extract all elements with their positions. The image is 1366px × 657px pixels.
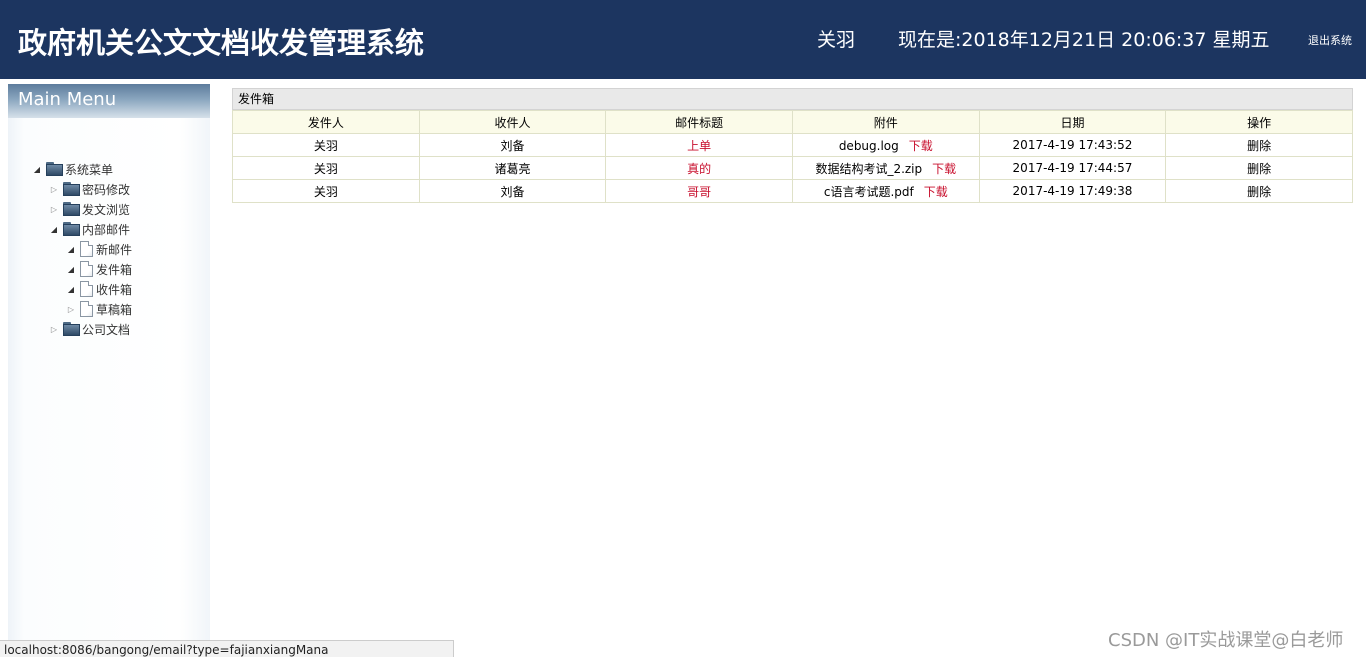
collapsed-arrow-icon[interactable]: ▷ — [49, 205, 59, 214]
app-header: 政府机关公文文档收发管理系统 关羽 现在是:2018年12月21日 20:06:… — [0, 0, 1366, 79]
watermark-text: CSDN @IT实战课堂@白老师 — [1108, 630, 1344, 651]
subject-link[interactable]: 真的 — [605, 156, 793, 180]
app-title: 政府机关公文文档收发管理系统 — [18, 26, 425, 60]
document-icon — [80, 301, 93, 317]
download-link[interactable]: 下载 — [924, 185, 948, 199]
tree-item-inbox[interactable]: ◢ 收件箱 — [66, 280, 132, 298]
tree-item-password[interactable]: ▷ 密码修改 — [49, 180, 130, 198]
folder-icon — [63, 182, 80, 196]
tree-item-drafts[interactable]: ▷ 草稿箱 — [66, 300, 132, 318]
attachment-name: debug.log — [838, 138, 899, 153]
column-header: 收件人 — [418, 110, 607, 134]
tree-item-document-browse[interactable]: ▷ 发文浏览 — [49, 200, 130, 218]
recipient-cell: 刘备 — [418, 179, 607, 203]
sender-cell: 关羽 — [232, 179, 420, 203]
expanded-arrow-icon[interactable]: ◢ — [49, 225, 59, 234]
folder-icon — [63, 322, 80, 336]
download-link[interactable]: 下载 — [932, 162, 956, 176]
document-icon — [80, 281, 93, 297]
column-header: 附件 — [791, 110, 980, 134]
recipient-cell: 刘备 — [418, 133, 607, 157]
table-row: 关羽 诸葛亮 真的 数据结构考试_2.zip 下载 2017-4-19 17:44… — [232, 156, 1353, 180]
table-row: 关羽 刘备 上单 debug.log 下载 2017-4-19 17:43:52 … — [232, 133, 1353, 157]
attachment-name: 数据结构考试_2.zip — [815, 161, 923, 176]
date-cell: 2017-4-19 17:44:57 — [978, 156, 1167, 180]
expanded-arrow-icon: ◢ — [67, 264, 75, 274]
tree-item-label: 内部邮件 — [82, 222, 131, 237]
current-user: 关羽 — [817, 29, 856, 51]
attachment-cell: 数据结构考试_2.zip 下载 — [791, 156, 980, 180]
document-icon — [80, 241, 93, 257]
folder-icon — [63, 222, 80, 236]
tree-item-system-menu[interactable]: ◢ 系统菜单 — [32, 160, 113, 178]
tree-item-label: 公司文档 — [82, 322, 131, 337]
column-header: 邮件标题 — [605, 110, 793, 134]
tree-item-internal-mail[interactable]: ◢ 内部邮件 — [49, 220, 130, 238]
subject-link[interactable]: 上单 — [605, 133, 793, 157]
column-header: 发件人 — [232, 110, 420, 134]
tree-item-label: 密码修改 — [82, 182, 131, 197]
delete-link[interactable]: 删除 — [1165, 179, 1353, 203]
delete-link[interactable]: 删除 — [1165, 133, 1353, 157]
date-cell: 2017-4-19 17:49:38 — [978, 179, 1167, 203]
outbox-panel: 发件箱 发件人 收件人 邮件标题 附件 日期 操作 关羽 刘备 上单 debug… — [232, 88, 1353, 203]
download-link[interactable]: 下载 — [909, 139, 933, 153]
subject-link[interactable]: 哥哥 — [605, 179, 793, 203]
collapsed-arrow-icon[interactable]: ▷ — [49, 325, 59, 334]
table-header-row: 发件人 收件人 邮件标题 附件 日期 操作 — [232, 110, 1353, 134]
column-header: 操作 — [1165, 110, 1353, 134]
collapsed-arrow-icon: ▷ — [67, 304, 75, 314]
tree-item-outbox[interactable]: ◢ 发件箱 — [66, 260, 132, 278]
date-cell: 2017-4-19 17:43:52 — [978, 133, 1167, 157]
delete-link[interactable]: 删除 — [1165, 156, 1353, 180]
sender-cell: 关羽 — [232, 133, 420, 157]
expanded-arrow-icon: ◢ — [67, 244, 75, 254]
tree-item-label: 发文浏览 — [82, 202, 131, 217]
main-menu-header: Main Menu — [8, 84, 210, 118]
tree-item-new-mail[interactable]: ◢ 新邮件 — [66, 240, 132, 258]
document-icon — [80, 261, 93, 277]
tree-item-label: 系统菜单 — [65, 162, 114, 177]
table-row: 关羽 刘备 哥哥 c语言考试题.pdf 下载 2017-4-19 17:49:38… — [232, 179, 1353, 203]
tree-item-label: 新邮件 — [96, 242, 133, 257]
browser-status-bar: localhost:8086/bangong/email?type=fajian… — [0, 640, 454, 657]
tree-item-label: 发件箱 — [96, 262, 133, 277]
expanded-arrow-icon: ◢ — [67, 284, 75, 294]
tree-item-label: 收件箱 — [96, 282, 133, 297]
sender-cell: 关羽 — [232, 156, 420, 180]
attachment-name: c语言考试题.pdf — [823, 184, 914, 199]
panel-title: 发件箱 — [232, 88, 1353, 110]
mail-table: 发件人 收件人 邮件标题 附件 日期 操作 关羽 刘备 上单 debug.log… — [232, 110, 1353, 203]
recipient-cell: 诸葛亮 — [418, 156, 607, 180]
folder-icon — [63, 202, 80, 216]
folder-icon — [46, 162, 63, 176]
collapsed-arrow-icon[interactable]: ▷ — [49, 185, 59, 194]
expanded-arrow-icon[interactable]: ◢ — [32, 165, 42, 174]
tree-item-label: 草稿箱 — [96, 302, 133, 317]
logout-link[interactable]: 退出系统 — [1308, 32, 1352, 48]
datetime-display: 现在是:2018年12月21日 20:06:37 星期五 — [898, 29, 1270, 51]
attachment-cell: c语言考试题.pdf 下载 — [791, 179, 980, 203]
tree-item-company-docs[interactable]: ▷ 公司文档 — [49, 320, 130, 338]
column-header: 日期 — [978, 110, 1167, 134]
sidebar: Main Menu ◢ 系统菜单 ▷ 密码修改 ▷ 发文浏览 ◢ 内部邮件 ◢ — [8, 84, 210, 644]
attachment-cell: debug.log 下载 — [791, 133, 980, 157]
